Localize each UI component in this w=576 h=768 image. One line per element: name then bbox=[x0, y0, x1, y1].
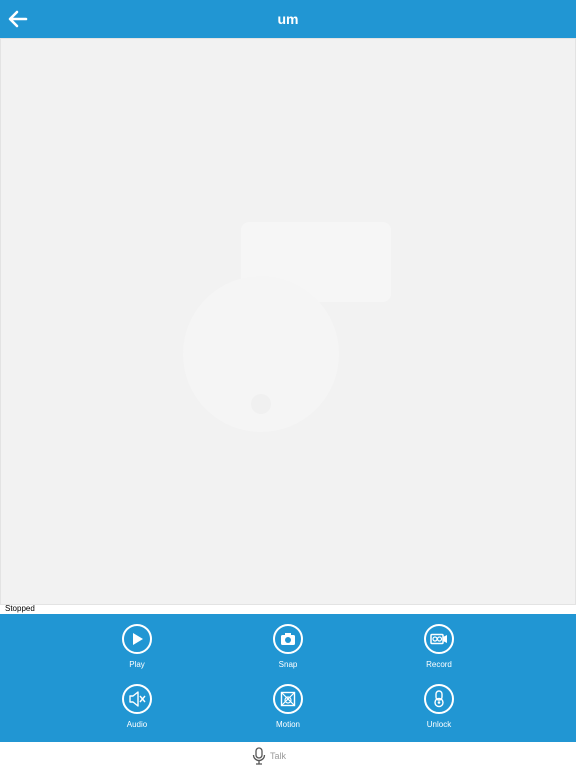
camera-placeholder-icon bbox=[183, 222, 391, 432]
back-button[interactable] bbox=[6, 7, 30, 31]
play-label: Play bbox=[129, 660, 145, 669]
status-text: Stopped bbox=[5, 604, 35, 613]
speaker-muted-icon bbox=[122, 684, 152, 714]
play-button[interactable]: Play bbox=[92, 616, 182, 672]
unlock-label: Unlock bbox=[426, 720, 452, 729]
talk-label: Talk bbox=[270, 751, 287, 761]
play-icon bbox=[122, 624, 152, 654]
top-bar: um bbox=[0, 0, 576, 38]
snap-label: Snap bbox=[278, 660, 298, 669]
audio-button[interactable]: Audio bbox=[92, 676, 182, 732]
page-title: um bbox=[277, 11, 299, 27]
video-view bbox=[0, 38, 576, 605]
unlock-button[interactable]: Unlock bbox=[394, 676, 484, 732]
talk-bar: Talk bbox=[0, 742, 576, 768]
motion-label: Motion bbox=[275, 720, 300, 729]
arrow-left-icon bbox=[8, 10, 28, 28]
camera-icon bbox=[273, 624, 303, 654]
record-button[interactable]: Record bbox=[394, 616, 484, 672]
talk-button[interactable]: Talk bbox=[252, 747, 286, 765]
microphone-icon bbox=[252, 747, 266, 765]
unlock-icon bbox=[424, 684, 454, 714]
controls-panel: Play Snap Record Audio Motion Unlock bbox=[0, 614, 576, 742]
record-label: Record bbox=[426, 660, 452, 669]
motion-button[interactable]: Motion bbox=[243, 676, 333, 732]
snap-button[interactable]: Snap bbox=[243, 616, 333, 672]
record-icon bbox=[424, 624, 454, 654]
audio-label: Audio bbox=[126, 720, 148, 729]
motion-icon bbox=[273, 684, 303, 714]
